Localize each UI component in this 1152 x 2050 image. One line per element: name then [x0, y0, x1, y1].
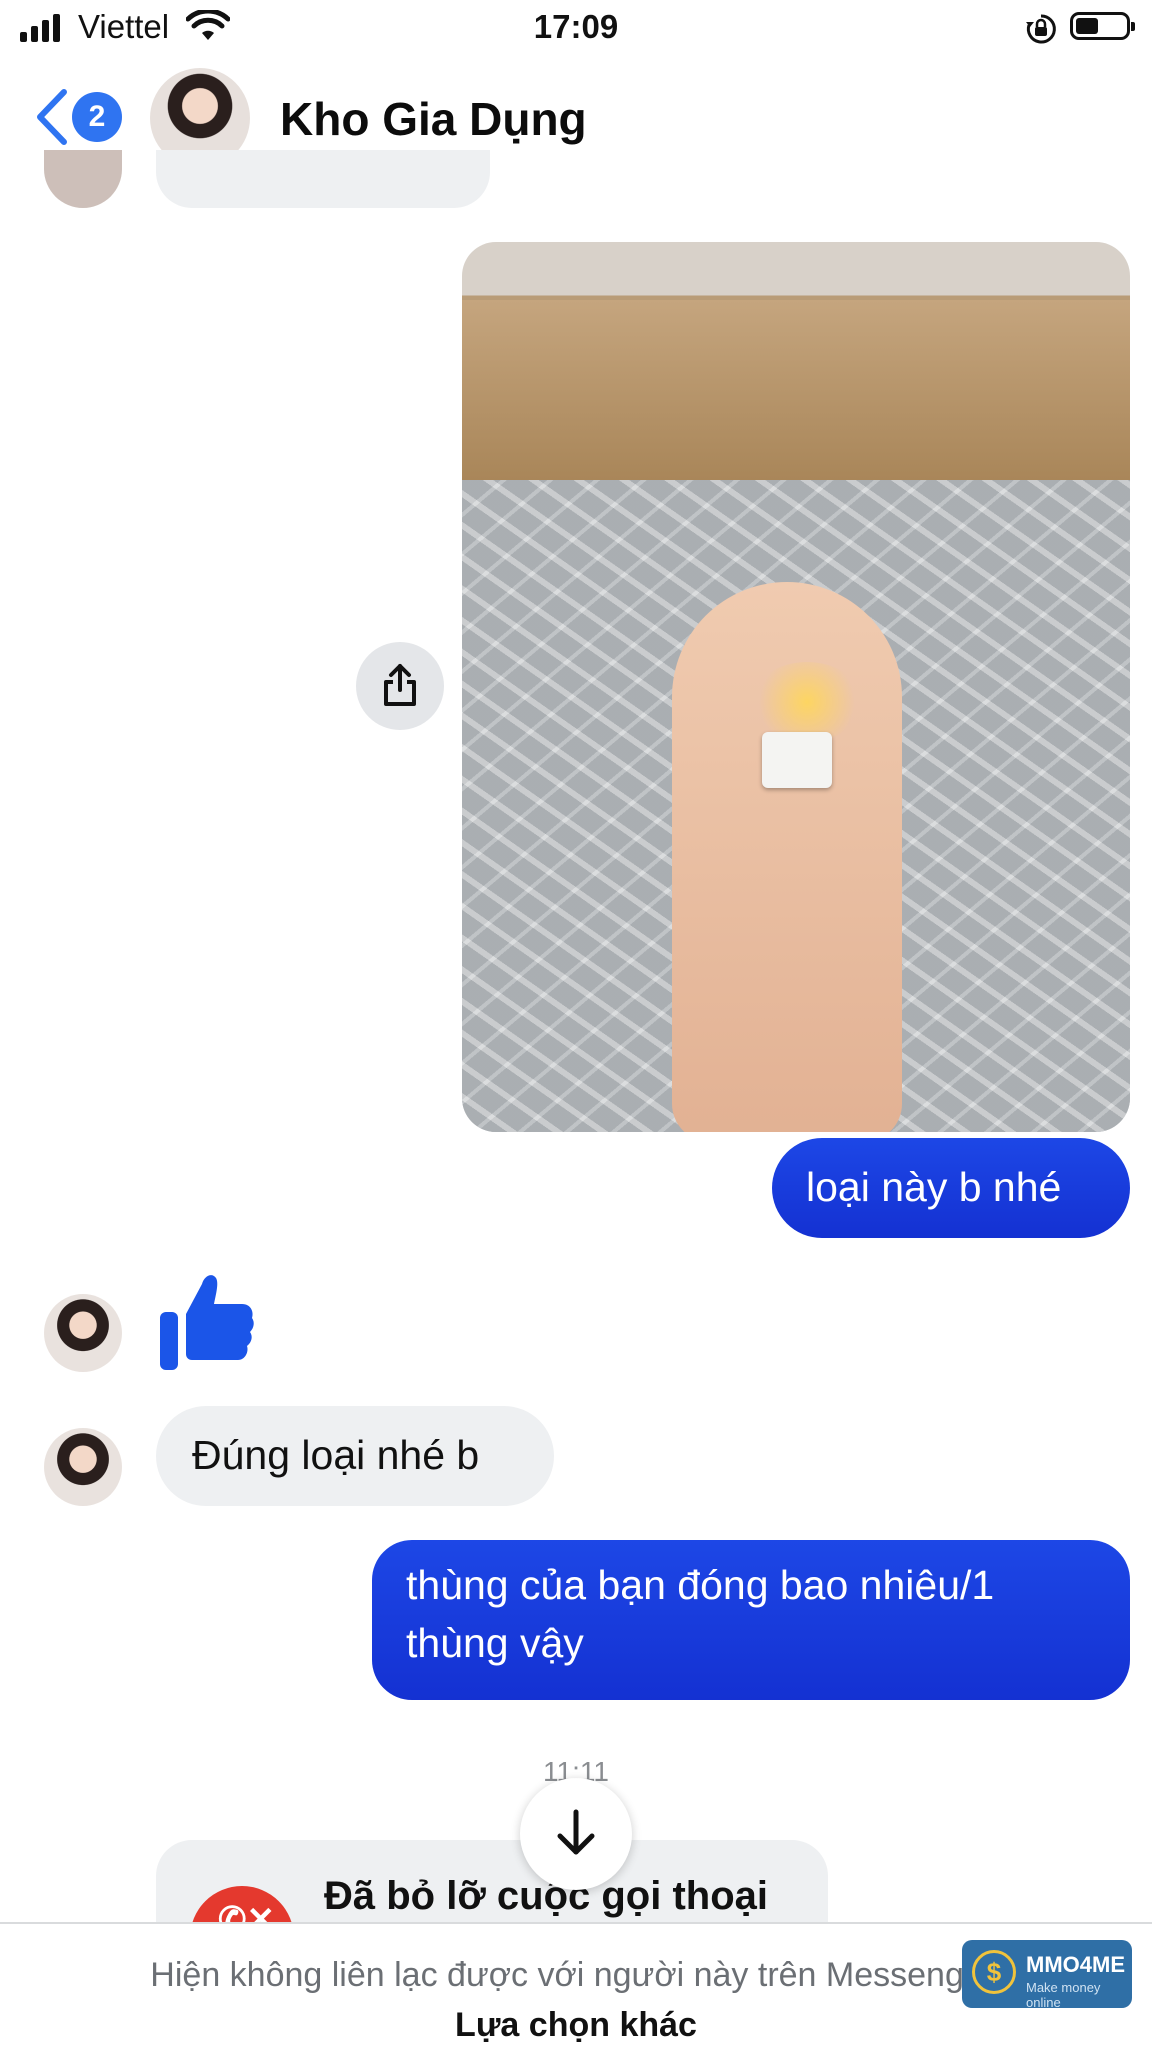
dollar-coin-icon: $ — [972, 1950, 1016, 1994]
watermark-tagline: Make money online — [1026, 1980, 1101, 2010]
avatar — [44, 1428, 122, 1506]
scroll-to-bottom-button[interactable] — [520, 1778, 632, 1890]
status-time: 17:09 — [533, 8, 619, 45]
avatar — [44, 1294, 122, 1372]
watermark-name: MMO4ME — [1026, 1952, 1125, 1977]
other-options-button[interactable]: Lựa chọn khác — [0, 2006, 1152, 2045]
outgoing-message-bubble[interactable]: loại này b nhé — [772, 1138, 1130, 1238]
battery-icon — [1070, 12, 1135, 40]
outgoing-message-bubble[interactable]: thùng của bạn đóng bao nhiêu/1 thùng vậy — [372, 1540, 1130, 1700]
share-icon — [384, 664, 416, 706]
message-text-line: thùng vậy — [406, 1620, 584, 1666]
incoming-message-bubble[interactable] — [156, 150, 490, 208]
unread-count-badge[interactable]: 2 — [72, 92, 122, 142]
incoming-message-bubble[interactable]: Đúng loại nhé b — [156, 1406, 554, 1506]
arrow-down-icon — [557, 1809, 595, 1855]
share-button[interactable] — [356, 642, 444, 730]
rotation-lock-icon — [1026, 14, 1056, 44]
contact-name[interactable]: Kho Gia Dụng — [280, 92, 587, 146]
photo-message[interactable] — [462, 242, 1130, 1132]
status-bar: Viettel 17:09 — [0, 0, 1152, 58]
watermark-logo: $ MMO4ME Make money online — [962, 1940, 1132, 2010]
avatar — [44, 150, 122, 208]
thumbs-up-icon[interactable] — [156, 1270, 256, 1374]
message-text-line: thùng của bạn đóng bao nhiêu/1 — [406, 1562, 995, 1608]
back-chevron-icon[interactable] — [34, 88, 70, 146]
